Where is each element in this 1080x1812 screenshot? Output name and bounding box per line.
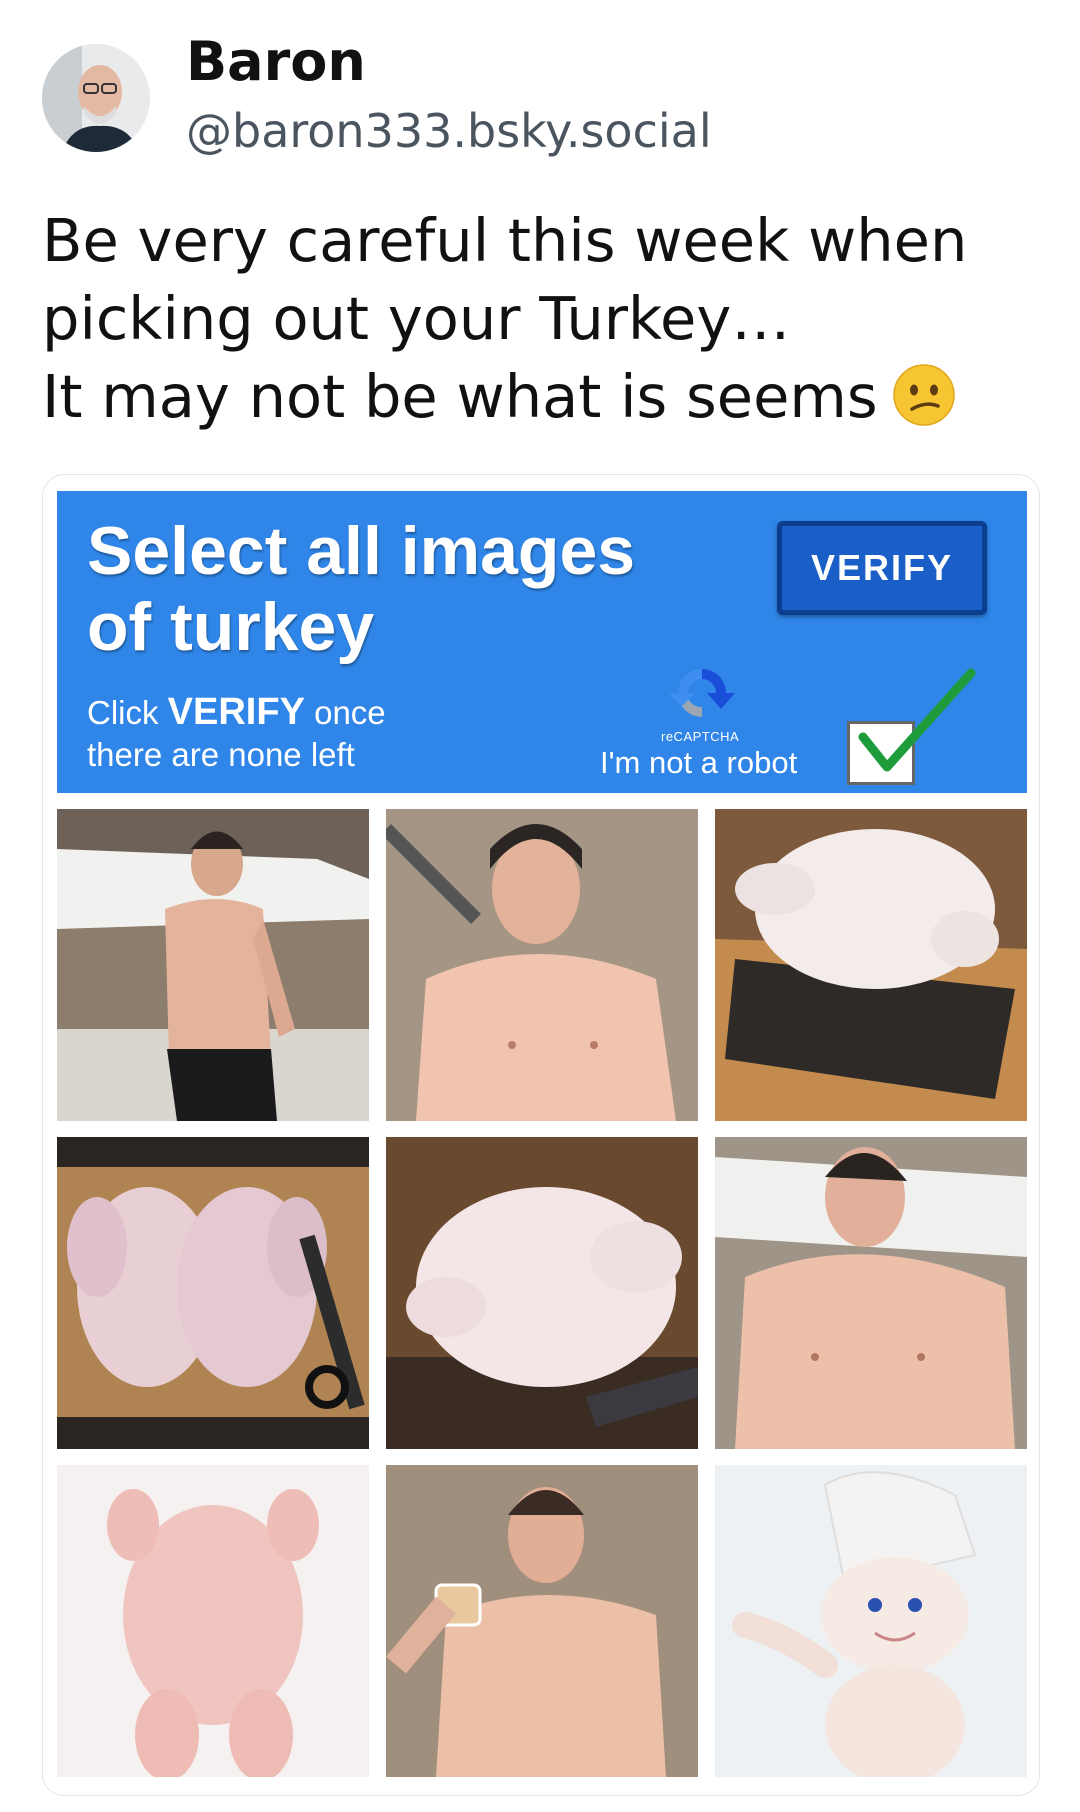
captcha-tile: [57, 1465, 369, 1777]
confused-face-icon: [892, 364, 955, 426]
captcha-instruction: Click VERIFY once there are none left: [87, 691, 386, 776]
captcha-title-line: Select all images: [87, 513, 636, 589]
captcha-title-line: of turkey: [87, 589, 375, 665]
instruction-suffix: once: [304, 694, 386, 731]
author-name[interactable]: Baron: [186, 30, 366, 93]
post-text-line: picking out your Turkey…: [42, 284, 791, 353]
captcha-tile: [715, 1137, 1027, 1449]
shirtless-man-on-boat-photo: [715, 1137, 1027, 1449]
two-raw-chickens-with-scissors-photo: [57, 1137, 369, 1449]
instruction-bold: VERIFY: [167, 691, 305, 733]
post: Baron @baron333.bsky.social Be very care…: [0, 0, 1080, 1812]
raw-turkey-on-board-photo: [715, 809, 1027, 1121]
shirtless-man-on-boat-photo: [57, 809, 369, 1121]
dough-mascot-figure-photo: [715, 1465, 1027, 1777]
shirtless-man-with-drink-photo: [386, 1465, 698, 1777]
captcha-tile: [715, 809, 1027, 1121]
author-handle[interactable]: @baron333.bsky.social: [186, 104, 712, 158]
raw-turkey-on-wood-photo: [386, 1137, 698, 1449]
captcha-tile: [57, 1137, 369, 1449]
recaptcha-logo-icon: [669, 669, 735, 717]
captcha-header: Select all images of turkey VERIFY Click…: [57, 491, 1027, 793]
captcha-tile: [386, 1137, 698, 1449]
instruction-prefix: Click: [87, 694, 168, 731]
captcha-tile: [386, 1465, 698, 1777]
post-text: Be very careful this week when picking o…: [42, 202, 1052, 436]
robot-label: I'm not a robot: [600, 745, 798, 780]
captcha-tile: [715, 1465, 1027, 1777]
captcha-instruction-line: Click VERIFY once: [87, 691, 386, 734]
checkmark-icon: [858, 668, 976, 772]
shirtless-man-closeup-photo: [386, 809, 698, 1121]
post-text-line: Be very careful this week when: [42, 206, 968, 275]
post-text-line: It may not be what is seems: [42, 358, 1052, 436]
post-image[interactable]: Select all images of turkey VERIFY Click…: [42, 474, 1040, 1796]
captcha-tile: [57, 809, 369, 1121]
post-text-line-content: It may not be what is seems: [42, 362, 878, 431]
captcha-title: Select all images of turkey: [87, 513, 687, 665]
recaptcha-label: reCAPTCHA: [661, 729, 740, 744]
raw-chicken-on-white-photo: [57, 1465, 369, 1777]
captcha-instruction-line: there are none left: [87, 736, 355, 773]
avatar[interactable]: [42, 44, 150, 152]
verify-button: VERIFY: [777, 521, 987, 615]
captcha-image-grid: [57, 809, 1027, 1795]
captcha-tile: [386, 809, 698, 1121]
